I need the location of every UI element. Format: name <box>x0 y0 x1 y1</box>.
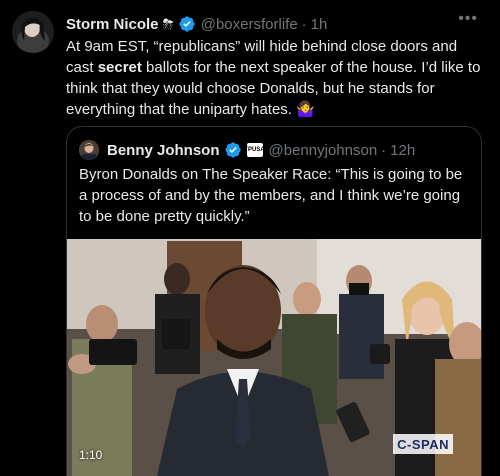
separator-dot: · <box>301 15 307 33</box>
quoted-timestamp[interactable]: 12h <box>390 142 415 159</box>
author-handle[interactable]: @boxersforlife <box>201 16 298 33</box>
quoted-avatar[interactable] <box>79 140 99 160</box>
verified-badge-icon[interactable] <box>224 141 242 159</box>
tweet-timestamp[interactable]: 1h <box>311 16 328 33</box>
verified-badge-icon[interactable] <box>178 15 196 33</box>
tweet[interactable]: Storm Nicole ⛈ @boxersforlife · 1h ••• A… <box>0 0 500 476</box>
cspan-watermark: C-SPAN <box>393 434 453 454</box>
tweet-text: At 9am EST, “republicans” will hide behi… <box>66 36 486 120</box>
tweet-text-bold: secret <box>97 59 142 76</box>
quoted-author-name[interactable]: Benny Johnson <box>107 142 220 159</box>
quoted-author-handle[interactable]: @bennyjohnson <box>269 142 378 159</box>
quoted-tweet-header: Benny Johnson TPUSA @bennyjohnson · 12h <box>79 139 469 161</box>
affiliate-badge-icon[interactable]: TPUSA <box>244 143 265 157</box>
quoted-tweet-text: Byron Donalds on The Speaker Race: “This… <box>79 166 463 225</box>
author-name[interactable]: Storm Nicole <box>66 16 159 33</box>
tweet-header: Storm Nicole ⛈ @boxersforlife · 1h ••• <box>66 10 488 35</box>
separator-dot: · <box>381 141 387 159</box>
quoted-tweet[interactable]: Benny Johnson TPUSA @bennyjohnson · 12h … <box>66 126 482 476</box>
more-options-icon[interactable]: ••• <box>458 10 478 28</box>
shrug-emoji-icon: 🤷‍♀️ <box>296 101 315 118</box>
avatar[interactable] <box>12 11 54 53</box>
video-timecode: 1:10 <box>79 448 103 462</box>
storm-cloud-emoji-icon: ⛈ <box>162 15 174 32</box>
video-player[interactable]: 1:10 C-SPAN <box>67 239 481 476</box>
